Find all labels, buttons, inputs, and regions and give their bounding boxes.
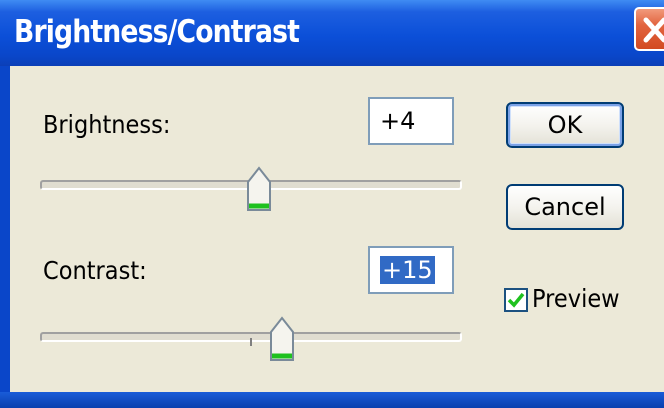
brightness-input[interactable]: +4 bbox=[368, 97, 454, 145]
contrast-value: +15 bbox=[380, 256, 435, 284]
contrast-input[interactable]: +15 bbox=[368, 246, 454, 294]
preview-checkbox[interactable] bbox=[504, 288, 528, 312]
title-bar[interactable]: Brightness/Contrast bbox=[0, 0, 664, 66]
brightness-slider-thumb[interactable] bbox=[246, 166, 272, 212]
close-icon bbox=[643, 17, 664, 43]
contrast-label: Contrast: bbox=[43, 256, 147, 285]
window-bottom-border bbox=[0, 392, 664, 408]
preview-label[interactable]: Preview bbox=[532, 284, 620, 313]
contrast-slider-thumb[interactable] bbox=[269, 316, 295, 362]
slider-thumb-icon bbox=[270, 316, 294, 361]
contrast-zero-tick bbox=[250, 338, 252, 346]
window-left-border bbox=[0, 66, 10, 408]
slider-thumb-icon bbox=[247, 166, 271, 211]
brightness-value: +4 bbox=[380, 107, 416, 135]
brightness-label: Brightness: bbox=[43, 110, 171, 139]
ok-button[interactable]: OK bbox=[506, 102, 624, 148]
cancel-button[interactable]: Cancel bbox=[506, 184, 624, 230]
close-button[interactable] bbox=[634, 7, 664, 51]
window-title: Brightness/Contrast bbox=[14, 14, 300, 50]
dialog-body: Brightness: +4 Contrast: +15 OK Cancel P… bbox=[10, 66, 664, 392]
checkmark-icon bbox=[507, 292, 525, 308]
brightness-contrast-dialog: Brightness/Contrast Brightness: +4 Contr… bbox=[0, 0, 664, 408]
